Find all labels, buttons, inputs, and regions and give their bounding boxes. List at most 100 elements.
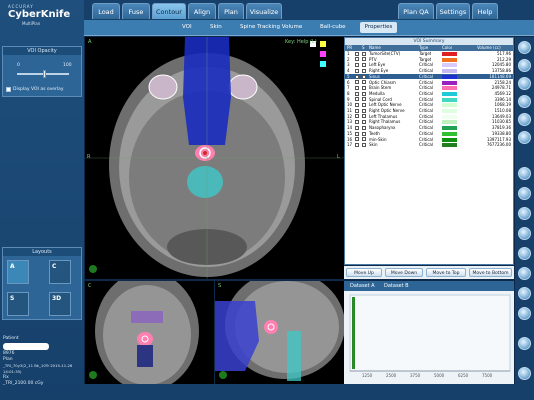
voi-select-checkbox[interactable] xyxy=(362,108,366,113)
voi-color-swatch[interactable] xyxy=(442,80,457,85)
move-down-button[interactable]: Move Down xyxy=(385,268,423,277)
layouts-panel: Layouts A C S 3D xyxy=(2,247,82,320)
move-to-bottom-button[interactable]: Move to Bottom xyxy=(469,268,512,277)
sagittal-view[interactable]: S xyxy=(215,281,344,384)
voi-color-swatch[interactable] xyxy=(442,52,457,56)
layout-axial-button[interactable]: A xyxy=(7,260,29,284)
subtab-voi[interactable]: VOI xyxy=(182,24,192,30)
opacity-slider-thumb[interactable] xyxy=(43,70,46,78)
voi-color-swatch[interactable] xyxy=(442,114,457,119)
voi-select-checkbox[interactable] xyxy=(362,125,366,130)
voi-visible-checkbox[interactable] xyxy=(355,68,359,73)
tab-align[interactable]: Align xyxy=(188,3,216,19)
reset-icon[interactable] xyxy=(518,367,531,380)
eraser-tool-icon[interactable] xyxy=(518,113,531,126)
voi-header-cell: Volume (cc) xyxy=(477,45,501,50)
voi-color-swatch[interactable] xyxy=(442,131,457,136)
subtab-ball-cube[interactable]: Ball-cube xyxy=(320,24,346,30)
voi-table-row[interactable]: 17 Skin Critical 7677236.00 xyxy=(345,142,513,148)
voi-visible-checkbox[interactable] xyxy=(355,85,359,90)
voi-visible-checkbox[interactable] xyxy=(355,74,359,79)
voi-visible-checkbox[interactable] xyxy=(355,125,359,130)
voi-select-checkbox[interactable] xyxy=(362,85,366,90)
voi-select-checkbox[interactable] xyxy=(362,103,366,108)
voi-select-checkbox[interactable] xyxy=(362,137,366,142)
tab-load[interactable]: Load xyxy=(92,3,120,19)
voi-visible-checkbox[interactable] xyxy=(355,103,359,108)
tab-settings[interactable]: Settings xyxy=(436,3,470,19)
voi-select-checkbox[interactable] xyxy=(362,51,366,56)
layout-coronal-button[interactable]: C xyxy=(49,260,71,284)
tab-visualize[interactable]: Visualize xyxy=(246,3,282,19)
voi-visible-checkbox[interactable] xyxy=(355,108,359,113)
voi-visible-checkbox[interactable] xyxy=(355,80,359,85)
voi-color-swatch[interactable] xyxy=(442,120,457,125)
voi-select-checkbox[interactable] xyxy=(362,120,366,125)
voi-color-swatch[interactable] xyxy=(442,143,457,148)
voi-select-checkbox[interactable] xyxy=(362,131,366,136)
interpolate-icon[interactable] xyxy=(518,207,531,220)
layout-sagittal-button[interactable]: S xyxy=(7,292,29,316)
tab-plan-qa[interactable]: Plan QA xyxy=(398,3,434,19)
voi-visible-checkbox[interactable] xyxy=(355,51,359,56)
voi-color-swatch[interactable] xyxy=(442,109,457,113)
tab-dataset-b[interactable]: Dataset B xyxy=(384,283,409,289)
app-subtitle: MultiPlan xyxy=(22,21,41,26)
tab-help[interactable]: Help xyxy=(472,3,498,19)
voi-select-checkbox[interactable] xyxy=(362,68,366,73)
voi-color-swatch[interactable] xyxy=(442,86,457,91)
pan-tool-icon[interactable] xyxy=(518,41,531,54)
brush-tool-icon[interactable] xyxy=(518,95,531,108)
delete-icon[interactable] xyxy=(518,287,531,300)
subtab-skin[interactable]: Skin xyxy=(210,24,222,30)
voi-color-swatch[interactable] xyxy=(442,103,457,108)
voi-visible-checkbox[interactable] xyxy=(355,131,359,136)
properties-button[interactable]: Properties xyxy=(360,22,397,33)
voi-visible-checkbox[interactable] xyxy=(355,91,359,96)
window-level-icon[interactable] xyxy=(518,131,531,144)
zoom-tool-icon[interactable] xyxy=(518,59,531,72)
voi-color-swatch[interactable] xyxy=(442,97,457,102)
voi-color-swatch[interactable] xyxy=(442,126,457,131)
voi-select-checkbox[interactable] xyxy=(362,142,366,147)
redo-icon[interactable] xyxy=(518,267,531,280)
move-to-top-button[interactable]: Move to Top xyxy=(426,268,466,277)
voi-select-checkbox[interactable] xyxy=(362,91,366,96)
voi-color-swatch[interactable] xyxy=(442,57,457,62)
voi-select-checkbox[interactable] xyxy=(362,63,366,68)
tab-contour[interactable]: Contour xyxy=(152,3,186,19)
voi-color-swatch[interactable] xyxy=(442,69,457,74)
voi-color-swatch[interactable] xyxy=(442,63,457,68)
smooth-icon[interactable] xyxy=(518,227,531,240)
voi-color-swatch[interactable] xyxy=(442,91,457,96)
undo-icon[interactable] xyxy=(518,247,531,260)
voi-select-checkbox[interactable] xyxy=(362,57,366,62)
layout-3d-button[interactable]: 3D xyxy=(49,292,71,316)
display-overlay-checkbox[interactable] xyxy=(6,87,11,92)
voi-color-swatch[interactable] xyxy=(442,137,457,142)
voi-select-checkbox[interactable] xyxy=(362,74,366,79)
voi-select-checkbox[interactable] xyxy=(362,80,366,85)
voi-visible-checkbox[interactable] xyxy=(355,63,359,68)
voi-visible-checkbox[interactable] xyxy=(355,137,359,142)
fill-tool-icon[interactable] xyxy=(518,167,531,180)
voi-visible-checkbox[interactable] xyxy=(355,142,359,147)
move-up-button[interactable]: Move Up xyxy=(346,268,382,277)
copy-contour-icon[interactable] xyxy=(518,187,531,200)
coronal-view[interactable]: C xyxy=(85,281,214,384)
tab-plan[interactable]: Plan xyxy=(218,3,244,19)
tab-dataset-a[interactable]: Dataset A xyxy=(350,283,375,289)
voi-visible-checkbox[interactable] xyxy=(355,120,359,125)
subtab-spine-tracking[interactable]: Spine Tracking Volume xyxy=(240,24,302,30)
voi-visible-checkbox[interactable] xyxy=(355,97,359,102)
voi-visible-checkbox[interactable] xyxy=(355,57,359,62)
tab-fuse[interactable]: Fuse xyxy=(122,3,150,19)
contrast-tool-icon[interactable] xyxy=(518,77,531,90)
voi-select-checkbox[interactable] xyxy=(362,97,366,102)
voi-color-swatch[interactable] xyxy=(442,74,457,79)
axial-view[interactable]: A Key: Help (L) R L xyxy=(85,37,344,279)
voi-select-checkbox[interactable] xyxy=(362,114,366,119)
voi-visible-checkbox[interactable] xyxy=(355,114,359,119)
measure-icon[interactable] xyxy=(518,307,531,320)
snapshot-icon[interactable] xyxy=(518,337,531,350)
